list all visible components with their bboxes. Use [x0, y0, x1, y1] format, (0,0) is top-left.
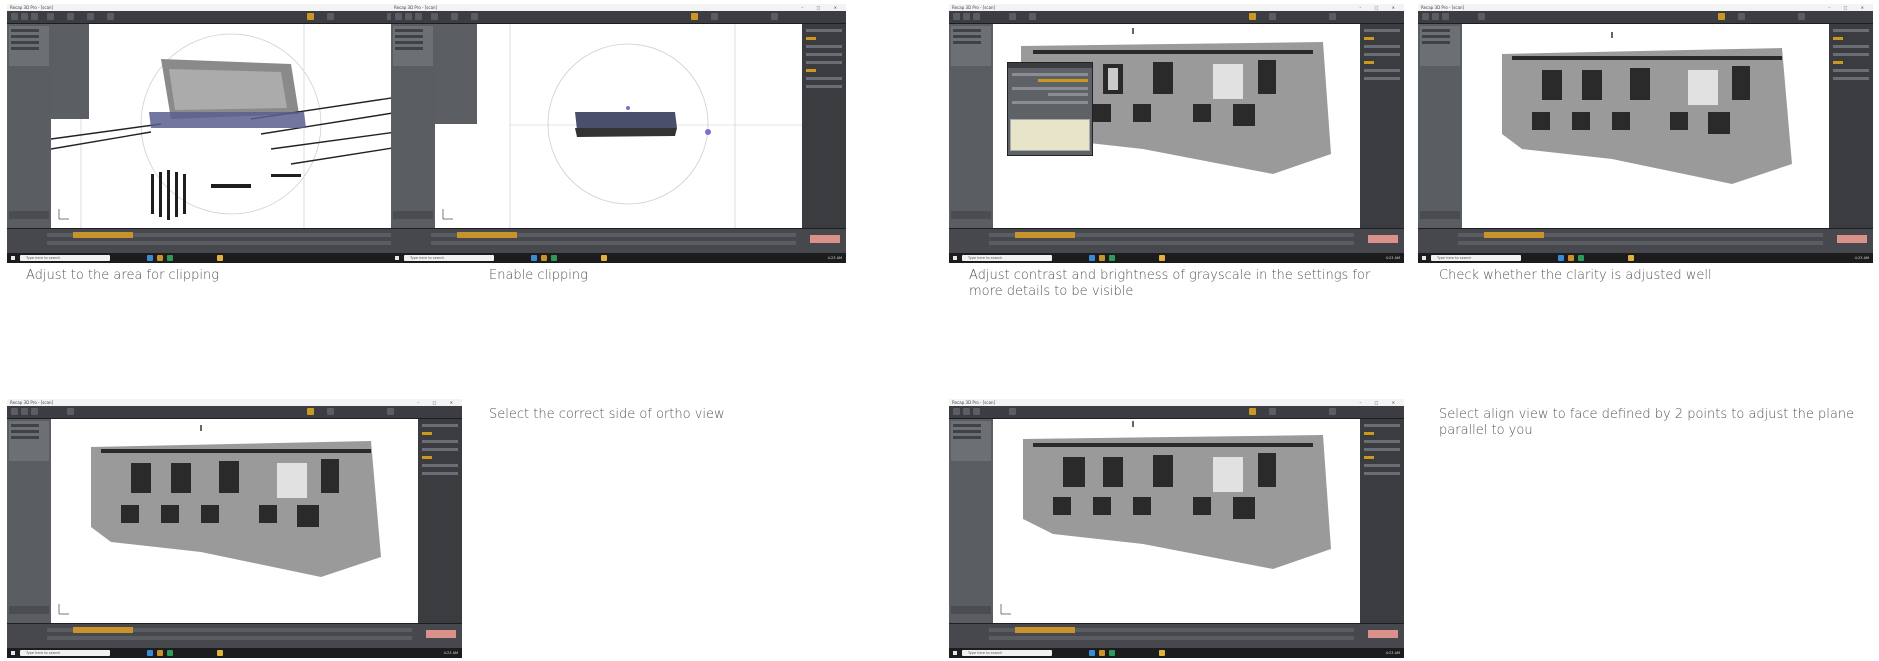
taskbar-clock: 4:23 AM [1385, 651, 1400, 655]
taskbar-clock: 4:23 AM [443, 651, 458, 655]
windows-taskbar[interactable]: Type here to search 4:23 AM [7, 648, 462, 658]
title-bar: Recap 3D Pro - [scan] – □ ✕ [391, 4, 846, 11]
point-cloud-viewport[interactable] [993, 419, 1360, 624]
caption-step-2: Enable clipping [489, 268, 588, 283]
point-cloud-scene [435, 24, 802, 229]
start-icon[interactable] [953, 256, 957, 260]
title-bar: Recap 3D Pro - [scan] – □ ✕ [1418, 4, 1873, 11]
project-tree-panel[interactable] [7, 419, 51, 624]
point-cloud-viewport[interactable] [51, 24, 418, 229]
start-icon[interactable] [1422, 256, 1426, 260]
start-icon[interactable] [11, 256, 15, 260]
facade-scene [1502, 32, 1792, 184]
status-panel[interactable] [7, 623, 462, 648]
toolbar[interactable] [7, 406, 462, 419]
taskbar-search[interactable]: Type here to search [20, 255, 110, 261]
window-controls[interactable]: – □ ✕ [801, 4, 843, 11]
window-title: Recap 3D Pro - [scan] [952, 5, 996, 10]
properties-panel[interactable] [1360, 24, 1404, 229]
caption-step-4: Check whether the clarity is adjusted we… [1439, 268, 1712, 283]
toolbar[interactable] [391, 11, 846, 24]
screenshot-step-6: Recap 3D Pro - [scan] – □ ✕ Type here to … [949, 399, 1404, 658]
taskbar-search[interactable]: Type here to search [20, 650, 110, 656]
title-bar: Recap 3D Pro - [scan] – □ ✕ [949, 399, 1404, 406]
facade-scene [58, 425, 381, 615]
caption-step-6: Select align view to face defined by 2 p… [1439, 407, 1855, 438]
point-cloud-viewport[interactable] [993, 24, 1360, 229]
caption-step-3: Adjust contrast and brightness of graysc… [969, 268, 1371, 299]
title-bar: Recap 3D Pro - [scan] – □ ✕ [7, 399, 462, 406]
facade-scene [1000, 421, 1331, 615]
start-icon[interactable] [11, 651, 15, 655]
status-panel[interactable] [949, 623, 1404, 648]
screenshot-step-4: Recap 3D Pro - [scan] – □ ✕ Type here to … [1418, 4, 1873, 263]
windows-taskbar[interactable]: Type here to search 4:23 AM [1418, 253, 1873, 263]
start-icon[interactable] [953, 651, 957, 655]
taskbar-clock: 4:23 AM [1385, 256, 1400, 260]
project-tree-panel[interactable] [1418, 24, 1462, 229]
window-controls[interactable]: – □ ✕ [1359, 399, 1401, 406]
window-controls[interactable]: – □ ✕ [417, 399, 459, 406]
point-cloud-viewport[interactable] [51, 419, 418, 624]
properties-panel[interactable] [1829, 24, 1873, 229]
window-title: Recap 3D Pro - [scan] [394, 5, 438, 10]
caption-step-1: Adjust to the area for clipping [26, 268, 220, 283]
settings-dialog[interactable] [1007, 62, 1093, 156]
project-tree-panel[interactable] [949, 419, 993, 624]
screenshot-step-5: Recap 3D Pro - [scan] – □ ✕ Type here to … [7, 399, 462, 658]
taskbar-clock: 4:23 AM [827, 256, 842, 260]
point-cloud-scene [51, 24, 418, 229]
status-panel[interactable] [391, 228, 846, 253]
title-bar: Recap 3D Pro - [scan] – □ ✕ [949, 4, 1404, 11]
windows-taskbar[interactable]: Type here to search 4:23 AM [949, 253, 1404, 263]
screenshot-step-2: Recap 3D Pro - [scan] – □ ✕ Type here to … [391, 4, 846, 263]
status-panel[interactable] [1418, 228, 1873, 253]
window-title: Recap 3D Pro - [scan] [10, 5, 54, 10]
toolbar[interactable] [949, 11, 1404, 24]
window-title: Recap 3D Pro - [scan] [10, 400, 54, 405]
taskbar-search[interactable]: Type here to search [962, 255, 1052, 261]
screenshot-step-3: Recap 3D Pro - [scan] – □ ✕ Type here to… [949, 4, 1404, 263]
properties-panel[interactable] [1360, 419, 1404, 624]
window-title: Recap 3D Pro - [scan] [952, 400, 996, 405]
properties-panel[interactable] [802, 24, 846, 229]
properties-panel[interactable] [418, 419, 462, 624]
point-cloud-viewport[interactable] [435, 24, 802, 229]
taskbar-clock: 4:23 AM [1854, 256, 1869, 260]
toolbar[interactable] [1418, 11, 1873, 24]
taskbar-search[interactable]: Type here to search [962, 650, 1052, 656]
caption-step-5: Select the correct side of ortho view [489, 407, 725, 422]
windows-taskbar[interactable]: Type here to search 4:23 AM [949, 648, 1404, 658]
window-controls[interactable]: – □ ✕ [1359, 4, 1401, 11]
window-controls[interactable]: – □ ✕ [1828, 4, 1870, 11]
project-tree-panel[interactable] [949, 24, 993, 229]
point-cloud-viewport[interactable] [1462, 24, 1829, 229]
taskbar-search[interactable]: Type here to search [404, 255, 494, 261]
windows-taskbar[interactable]: Type here to search 4:23 AM [391, 253, 846, 263]
project-tree-panel[interactable] [391, 24, 435, 229]
project-tree-panel[interactable] [7, 24, 51, 229]
status-panel[interactable] [949, 228, 1404, 253]
toolbar[interactable] [949, 406, 1404, 419]
taskbar-search[interactable]: Type here to search [1431, 255, 1521, 261]
start-icon[interactable] [395, 256, 399, 260]
window-title: Recap 3D Pro - [scan] [1421, 5, 1465, 10]
